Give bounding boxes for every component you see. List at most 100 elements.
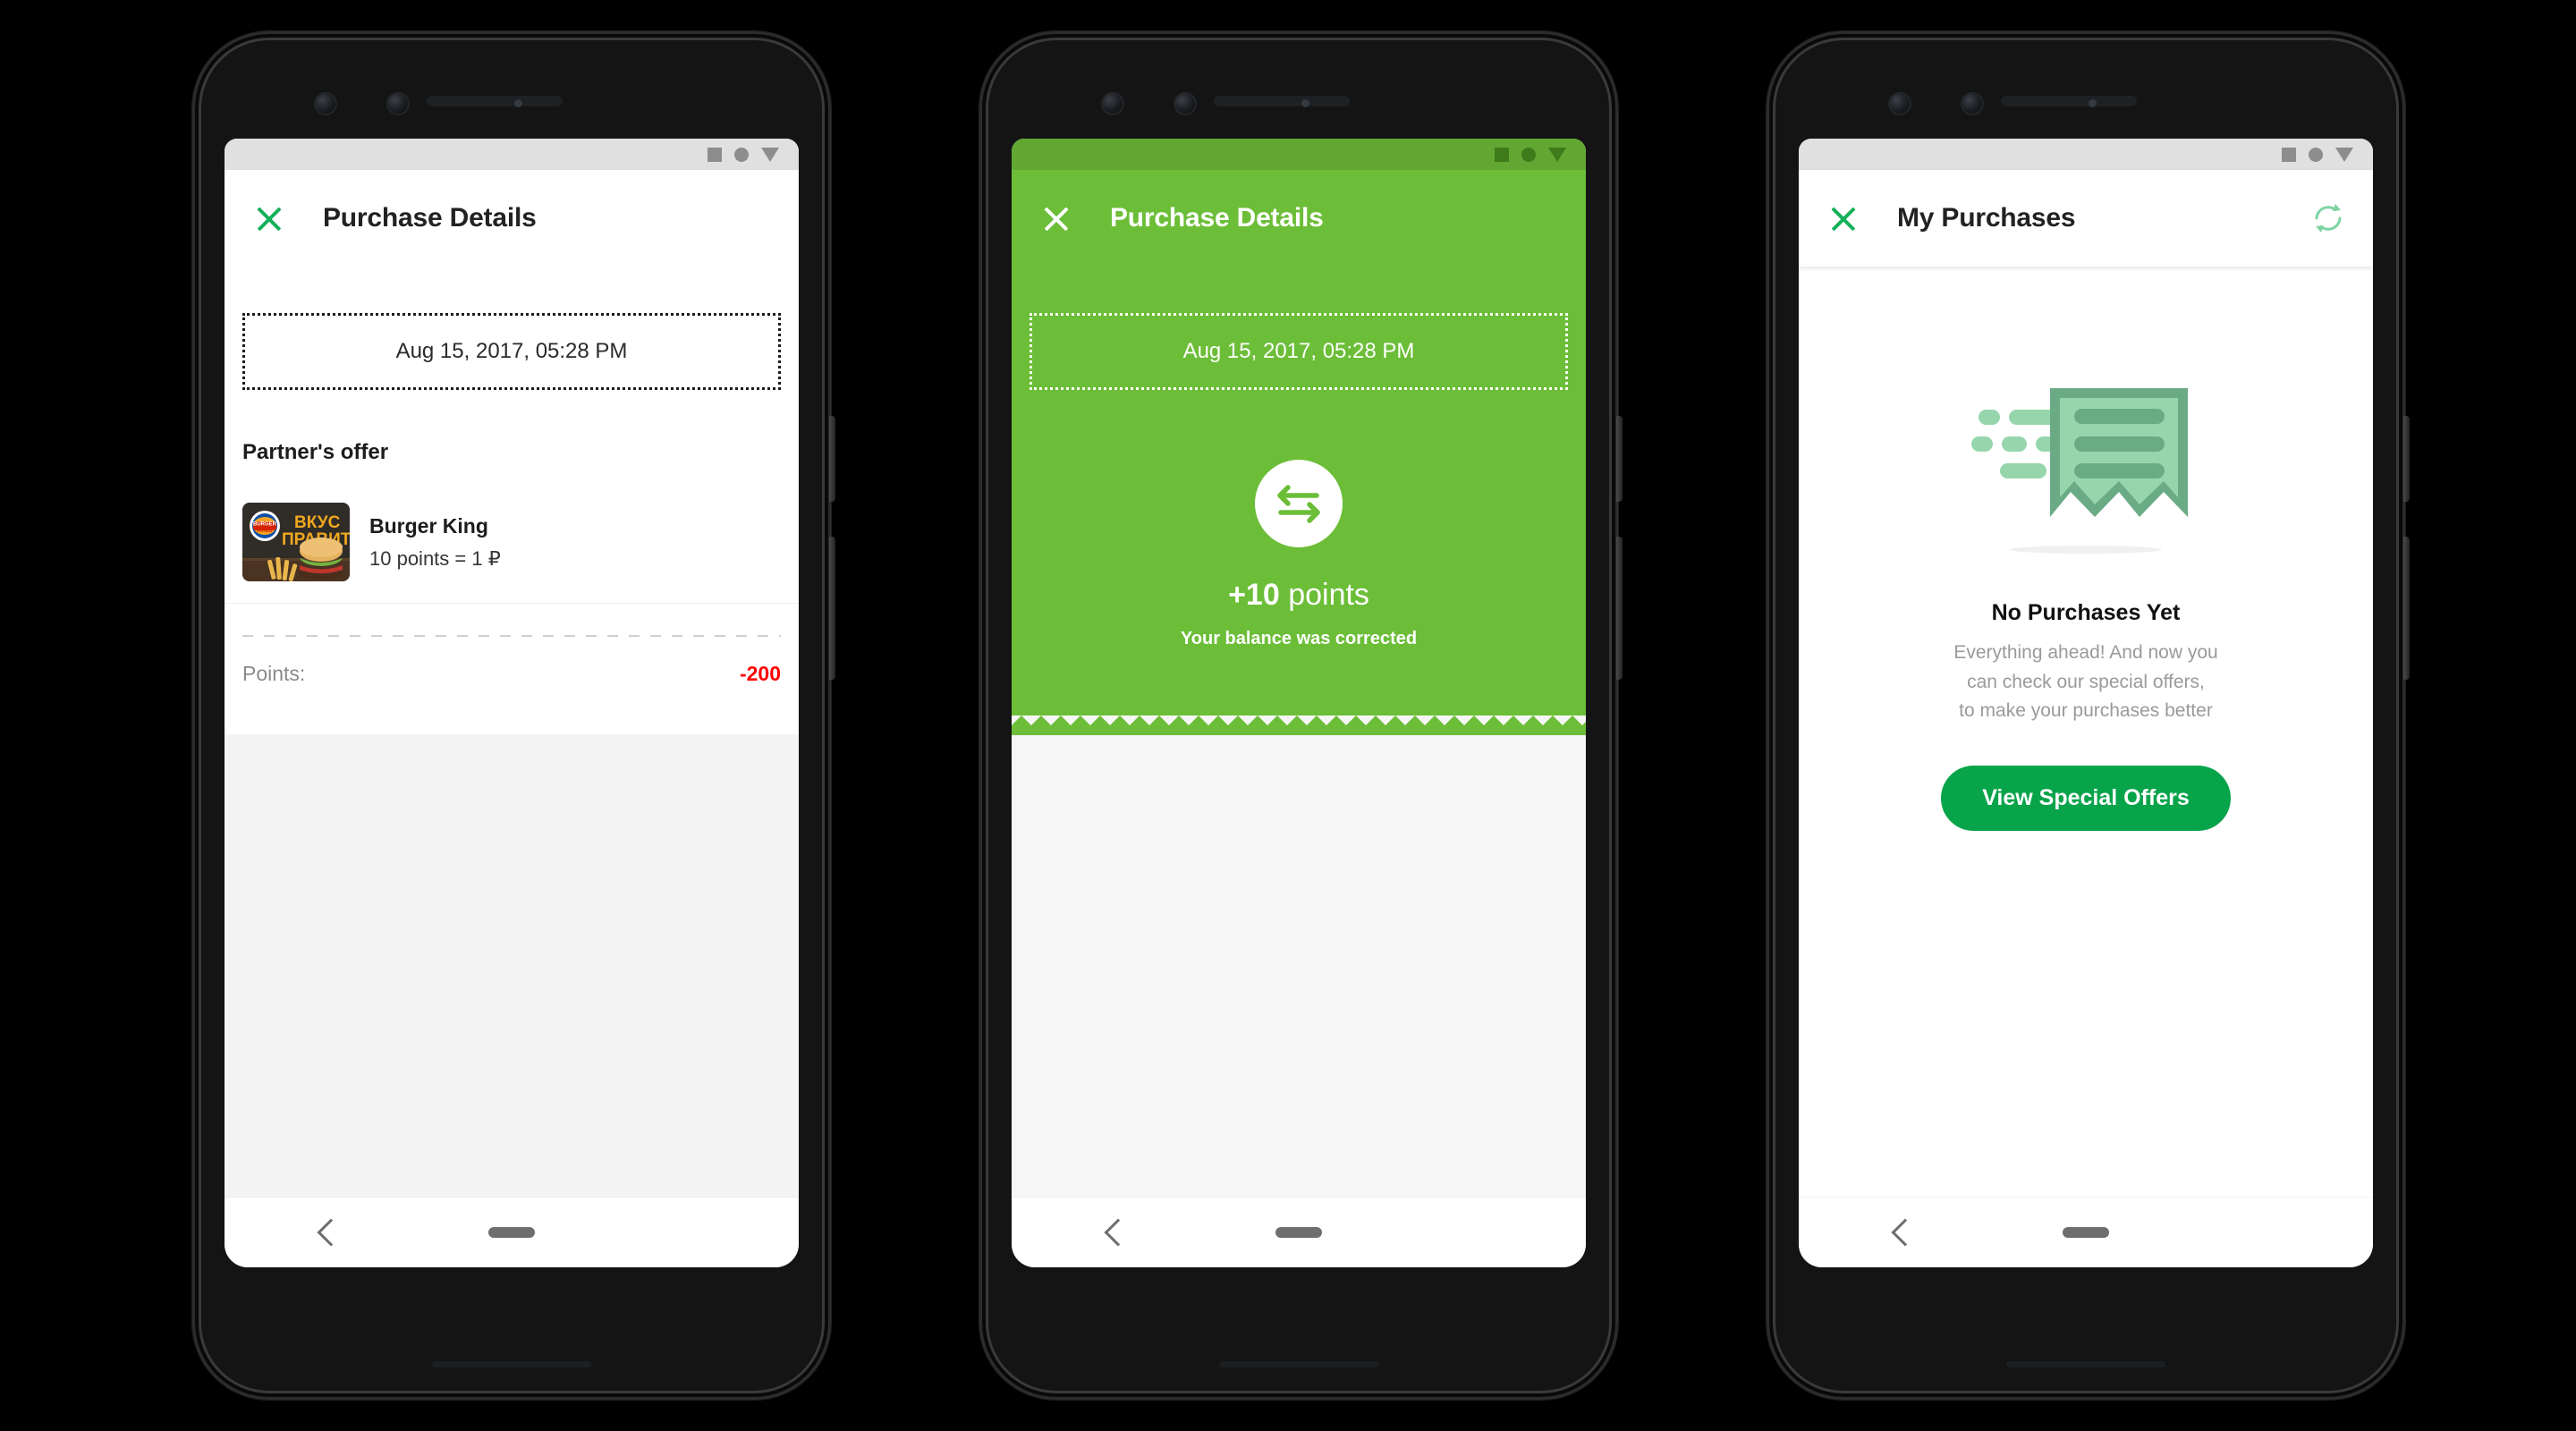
empty-subtitle-line-3: to make your purchases better: [1959, 700, 2213, 722]
square-icon: [1495, 147, 1509, 162]
earpiece-speaker: [2001, 96, 2137, 106]
svg-text:BURGER: BURGER: [253, 522, 277, 528]
svg-text:KING: KING: [257, 528, 273, 534]
circle-icon: [2309, 147, 2323, 162]
purchase-date-box-2: Aug 15, 2017, 05:28 PM: [1030, 313, 1568, 390]
empty-state-illustration: [1971, 388, 2188, 517]
volume-button[interactable]: [2403, 537, 2410, 680]
exchange-arrows-icon: [1255, 460, 1343, 547]
phone-device-2: Purchase Details Aug 15, 2017, 05:28 PM: [979, 31, 1623, 1400]
phone-screen-2: Purchase Details Aug 15, 2017, 05:28 PM: [1012, 139, 1586, 1267]
phone-device-3: My Purchases No Purchases Yet Everything…: [1767, 31, 2410, 1400]
proximity-sensor-icon: [1301, 99, 1309, 107]
front-camera-icon: [1101, 92, 1124, 115]
green-receipt-panel: Purchase Details Aug 15, 2017, 05:28 PM: [1012, 170, 1586, 735]
illustration-shadow: [2010, 546, 2162, 554]
power-button[interactable]: [1616, 416, 1623, 502]
offer-points-rate: 10 points = 1 ₽: [369, 546, 501, 570]
bottom-speaker: [1219, 1361, 1378, 1367]
purchase-date: Aug 15, 2017, 05:28 PM: [390, 339, 633, 364]
earpiece-speaker: [427, 96, 563, 106]
circle-icon: [734, 147, 749, 162]
offer-text-block: Burger King 10 points = 1 ₽: [369, 514, 501, 571]
purchase-details-body-2: Purchase Details Aug 15, 2017, 05:28 PM: [1012, 170, 1586, 1198]
receipt-with-motion-lines-icon: [1970, 367, 2202, 537]
triangle-down-icon: [2335, 147, 2353, 162]
receipt-torn-edge: [225, 716, 799, 734]
purchase-date: Aug 15, 2017, 05:28 PM: [1177, 339, 1420, 364]
refresh-glyph: [2315, 204, 2342, 233]
close-icon[interactable]: [1826, 200, 1861, 236]
balance-correction-block: +10 points Your balance was corrected: [1012, 390, 1586, 716]
chevron-left-icon[interactable]: [317, 1218, 345, 1247]
receipt-lines: [2074, 409, 2165, 478]
proximity-sensor-icon: [2089, 99, 2097, 107]
phone-screen-3: My Purchases No Purchases Yet Everything…: [1799, 139, 2373, 1267]
close-icon[interactable]: [1038, 200, 1074, 236]
android-nav-bar-1: [225, 1198, 799, 1267]
points-amount-row: +10 points: [1228, 578, 1369, 613]
points-unit: points: [1288, 578, 1369, 612]
empty-subtitle-line-2: can check our special offers,: [1967, 671, 2205, 692]
circle-icon: [1521, 147, 1536, 162]
screenshot-stage: Purchase Details Aug 15, 2017, 05:28 PM …: [0, 0, 2576, 1431]
points-label: Points:: [242, 662, 306, 685]
receipt-torn-edge: [1012, 716, 1586, 735]
empty-subtitle-line-1: Everything ahead! And now you: [1953, 642, 2218, 663]
phone-top-bezel-2: [979, 31, 1618, 137]
app-bar-1: Purchase Details: [225, 170, 799, 267]
android-nav-bar-2: [1012, 1198, 1586, 1267]
app-bar-3: My Purchases: [1799, 170, 2373, 267]
triangle-down-icon: [1548, 147, 1566, 162]
close-icon[interactable]: [251, 200, 287, 236]
page-title: Purchase Details: [1110, 203, 1324, 233]
page-title: Purchase Details: [323, 203, 537, 233]
burger-king-promo-image: BURGER KING ВКУС ПРАВИТ: [242, 503, 350, 581]
status-bar-3: [1799, 139, 2373, 170]
refresh-icon[interactable]: [2310, 200, 2346, 236]
bottom-speaker: [2006, 1361, 2165, 1367]
home-pill-icon[interactable]: [2063, 1227, 2109, 1238]
section-title-partners-offer: Partner's offer: [242, 440, 389, 464]
app-bar-2: Purchase Details: [1012, 170, 1586, 267]
page-title: My Purchases: [1897, 203, 2076, 233]
square-icon: [708, 147, 722, 162]
status-bar-1: [225, 139, 799, 170]
svg-text:ВКУС: ВКУС: [294, 513, 341, 532]
offer-partner-name: Burger King: [369, 513, 488, 538]
square-icon: [2282, 147, 2296, 162]
view-special-offers-button[interactable]: View Special Offers: [1941, 765, 2231, 831]
android-nav-bar-3: [1799, 1198, 2373, 1267]
points-summary-row: Points: -200: [225, 637, 799, 716]
power-button[interactable]: [2403, 416, 2410, 502]
points-amount: +10: [1228, 578, 1280, 612]
partner-offer-card[interactable]: BURGER KING ВКУС ПРАВИТ: [225, 485, 799, 603]
purchase-details-body-1: Aug 15, 2017, 05:28 PM Partner's offer B…: [225, 267, 799, 1198]
front-sensor-icon: [386, 92, 410, 115]
status-bar-2: [1012, 139, 1586, 170]
purchase-date-box-1: Aug 15, 2017, 05:28 PM: [242, 313, 781, 390]
phone-top-bezel-1: [192, 31, 831, 137]
phone-screen-1: Purchase Details Aug 15, 2017, 05:28 PM …: [225, 139, 799, 1267]
front-camera-icon: [1888, 92, 1911, 115]
balance-note: Your balance was corrected: [1180, 629, 1418, 648]
earpiece-speaker: [1214, 96, 1350, 106]
triangle-down-icon: [761, 147, 779, 162]
front-camera-icon: [314, 92, 337, 115]
home-pill-icon[interactable]: [488, 1227, 535, 1238]
phone-top-bezel-3: [1767, 31, 2405, 137]
volume-button[interactable]: [829, 537, 835, 680]
chevron-left-icon[interactable]: [1891, 1218, 1919, 1247]
chevron-left-icon[interactable]: [1104, 1218, 1132, 1247]
points-value: -200: [739, 662, 781, 685]
exchange-arrows-glyph: [1277, 485, 1320, 523]
empty-state-subtitle: Everything ahead! And now you can check …: [1953, 639, 2217, 726]
front-sensor-icon: [1174, 92, 1197, 115]
power-button[interactable]: [829, 416, 835, 502]
home-pill-icon[interactable]: [1275, 1227, 1322, 1238]
volume-button[interactable]: [1616, 537, 1623, 680]
front-sensor-icon: [1961, 92, 1984, 115]
empty-state-title: No Purchases Yet: [1991, 600, 2181, 625]
promo-artwork: BURGER KING ВКУС ПРАВИТ: [242, 503, 350, 581]
bottom-speaker: [432, 1361, 591, 1367]
